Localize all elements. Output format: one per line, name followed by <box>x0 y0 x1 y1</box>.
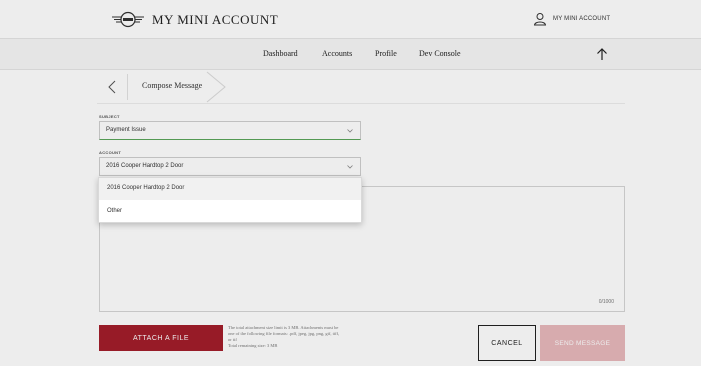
attachment-info: The total attachment size limit is 3 MB.… <box>228 325 388 349</box>
dropdown-option-cooper[interactable]: 2016 Cooper Hardtop 2 Door <box>99 178 361 200</box>
dropdown-option-label: Other <box>107 208 123 214</box>
subject-value: Payment Issue <box>106 127 146 133</box>
attachment-remaining-size: Total remaining size: 3 MB <box>228 343 278 348</box>
account-dropdown-menu: 2016 Cooper Hardtop 2 Door Other <box>98 177 362 223</box>
dropdown-option-label: 2016 Cooper Hardtop 2 Door <box>107 185 185 191</box>
mini-wings-logo-icon[interactable] <box>112 11 144 28</box>
subject-label: SUBJECT <box>99 114 120 119</box>
breadcrumb: Compose Message <box>97 71 227 103</box>
account-select[interactable]: 2016 Cooper Hardtop 2 Door <box>99 157 361 176</box>
nav-item-profile[interactable]: Profile <box>375 49 397 58</box>
breadcrumb-underline <box>97 103 625 104</box>
arrow-up-icon[interactable] <box>596 47 608 61</box>
brand-title: MY MINI ACCOUNT <box>152 12 279 27</box>
nav-item-dev-console[interactable]: Dev Console <box>419 49 461 58</box>
nav-item-dashboard[interactable]: Dashboard <box>263 49 298 58</box>
character-counter: 0/1000 <box>598 299 614 305</box>
breadcrumb-chevron-icon <box>206 71 226 103</box>
top-header: MY MINI ACCOUNT MY MINI ACCOUNT <box>0 0 701 38</box>
chevron-left-icon <box>108 80 116 94</box>
send-message-button[interactable]: SEND MESSAGE <box>540 325 625 361</box>
cancel-button[interactable]: CANCEL <box>478 325 536 361</box>
chevron-down-icon <box>347 165 353 169</box>
main-nav: Dashboard Accounts Profile Dev Console <box>0 38 701 70</box>
subject-select[interactable]: Payment Issue <box>99 121 361 140</box>
back-button[interactable] <box>97 71 127 103</box>
my-account-button[interactable]: MY MINI ACCOUNT <box>533 10 610 28</box>
account-label: ACCOUNT <box>99 150 122 155</box>
breadcrumb-divider <box>127 74 128 100</box>
nav-item-accounts[interactable]: Accounts <box>322 49 352 58</box>
chevron-down-icon <box>347 129 353 133</box>
page-title: Compose Message <box>142 81 203 90</box>
account-value: 2016 Cooper Hardtop 2 Door <box>106 163 184 169</box>
attach-file-button[interactable]: ATTACH A FILE <box>99 325 223 351</box>
user-icon <box>533 13 547 26</box>
account-label: MY MINI ACCOUNT <box>553 16 611 22</box>
dropdown-option-other[interactable]: Other <box>99 201 361 223</box>
